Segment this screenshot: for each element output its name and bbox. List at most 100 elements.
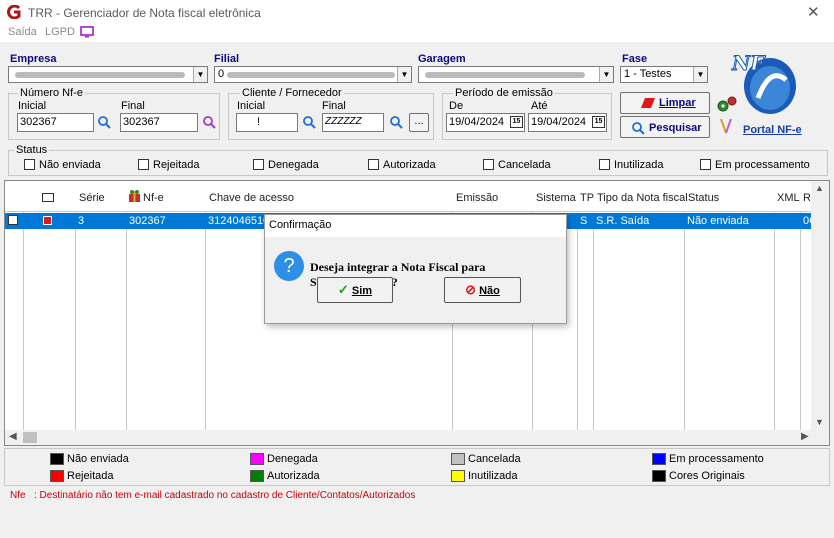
close-icon[interactable]: ✕ [807,3,820,21]
col-header-tp[interactable]: TP [580,192,594,204]
status-checkbox-nao-enviada[interactable] [24,159,35,170]
col-header-nfe[interactable]: Nf-e [143,192,164,204]
col-header-sistema[interactable]: Sistema [536,192,576,204]
cell-status: Não enviada [687,215,749,227]
chevron-down-icon[interactable]: ▼ [193,67,207,82]
portal-nfe-link[interactable]: Portal NF-e [743,124,802,136]
fase-select[interactable]: 1 - Testes ▼ [620,66,708,83]
legend-swatch [250,470,264,482]
status-label-em-processamento: Em processamento [715,159,810,171]
scroll-up-icon[interactable]: ▲ [815,183,824,193]
scroll-right-icon[interactable]: ▶ [801,431,809,442]
search-icon[interactable] [389,115,403,129]
status-label-denegada: Denegada [268,159,319,171]
cliente-final-input[interactable]: ZZZZZZ [322,113,384,132]
filial-select[interactable]: 0 ▼ [214,66,412,83]
no-button[interactable]: ⊘ Não [444,277,521,303]
col-header-tipo[interactable]: Tipo da Nota fiscal [597,192,688,204]
cell-re: 0C [803,215,811,227]
envelope-icon [42,193,54,202]
footer-message: : Destinatário não tem e-mail cadastrado… [34,490,416,501]
col-header-serie[interactable]: Série [79,192,105,204]
title-bar: TRR - Gerenciador de Nota fiscal eletrôn… [0,0,834,24]
scroll-thumb[interactable] [23,432,37,443]
window-title: TRR - Gerenciador de Nota fiscal eletrôn… [28,6,261,20]
horizontal-scrollbar[interactable]: ◀ ▶ [5,430,829,445]
numero-nfe-title: Número Nf-e [18,87,85,99]
search-icon[interactable] [302,115,316,129]
col-header-re[interactable]: Re [803,192,811,204]
chevron-down-icon[interactable]: ▼ [397,67,411,82]
chevron-down-icon[interactable]: ▼ [693,67,707,82]
search-icon [631,121,645,135]
yes-button[interactable]: ✓ Sim [317,277,393,303]
search-icon[interactable] [202,115,216,129]
status-checkbox-cancelada[interactable] [483,159,494,170]
menu-item-lgpd[interactable]: LGPD [45,26,75,38]
calendar-icon[interactable]: 15 [510,116,523,128]
status-checkbox-denegada[interactable] [253,159,264,170]
filial-label: Filial [214,53,240,65]
nfe-final-input[interactable]: 302367 [120,113,198,132]
status-checkbox-inutilizada[interactable] [599,159,610,170]
yes-label: Sim [351,285,373,297]
status-checkbox-autorizada[interactable] [368,159,379,170]
periodo-de-input[interactable]: 19/04/2024 15 [446,113,525,132]
periodo-ate-value: 19/04/2024 [531,116,587,128]
fase-value: 1 - Testes [624,68,672,80]
status-label-autorizada: Autorizada [383,159,436,171]
cliente-inicial-label: Inicial [237,100,266,112]
cliente-browse-button[interactable]: ... [409,113,429,132]
periodo-title: Período de emissão [453,87,555,99]
col-header-chave[interactable]: Chave de acesso [209,192,294,204]
empresa-select[interactable]: ▼ [8,66,208,83]
grid-header: Série Nf-e Chave de acesso Emissão Siste… [5,181,811,212]
vertical-scrollbar[interactable]: ▲ ▼ [811,181,829,430]
periodo-ate-input[interactable]: 19/04/2024 15 [528,113,607,132]
legend-label: Denegada [267,453,318,465]
periodo-ate-label: Até [531,100,548,112]
cliente-final-label: Final [322,100,346,112]
status-label-rejeitada: Rejeitada [153,159,200,171]
legend-label: Em processamento [669,453,764,465]
status-checkbox-em-processamento[interactable] [700,159,711,170]
cell-chave: 3124046510 [208,215,270,227]
monitor-icon[interactable] [80,26,94,38]
periodo-de-value: 19/04/2024 [449,116,505,128]
calendar-icon[interactable]: 15 [592,116,605,128]
eraser-icon [641,98,655,108]
col-header-emissao[interactable]: Emissão [456,192,498,204]
limpar-label: Limpar [659,97,696,109]
cliente-inicial-input[interactable]: ! [236,113,298,132]
pesquisar-button[interactable]: Pesquisar [620,116,710,138]
legend-label: Cores Originais [669,470,745,482]
status-label-cancelada: Cancelada [498,159,551,171]
search-icon[interactable] [97,115,111,129]
cell-tipo: S.R. Saída [596,215,650,227]
dialog-title: Confirmação [265,215,566,237]
confirm-dialog: Confirmação ? Deseja integrar a Nota Fis… [264,214,567,324]
chevron-down-icon[interactable]: ▼ [599,67,613,82]
col-header-status[interactable]: Status [688,192,719,204]
row-checkbox[interactable] [8,215,18,225]
garagem-select[interactable]: ▼ [418,66,614,83]
gift-icon [128,189,141,203]
limpar-button[interactable]: Limpar [620,92,710,114]
nfe-final-label: Final [121,100,145,112]
legend-swatch [451,470,465,482]
menu-item-saida[interactable]: Saída [8,26,37,38]
scroll-left-icon[interactable]: ◀ [9,431,17,442]
app-logo-icon [7,4,21,20]
cancel-icon: ⊘ [465,282,477,297]
col-header-xml[interactable]: XML [777,192,800,204]
nfe-inicial-input[interactable]: 302367 [17,113,94,132]
legend-label: Não enviada [67,453,129,465]
no-label: Não [479,285,500,297]
legend-swatch [250,453,264,465]
legend-swatch [50,453,64,465]
status-checkbox-rejeitada[interactable] [138,159,149,170]
legend-label: Inutilizada [468,470,518,482]
nfe-inicial-label: Inicial [18,100,47,112]
scroll-down-icon[interactable]: ▼ [815,417,824,427]
legend-label: Rejeitada [67,470,114,482]
